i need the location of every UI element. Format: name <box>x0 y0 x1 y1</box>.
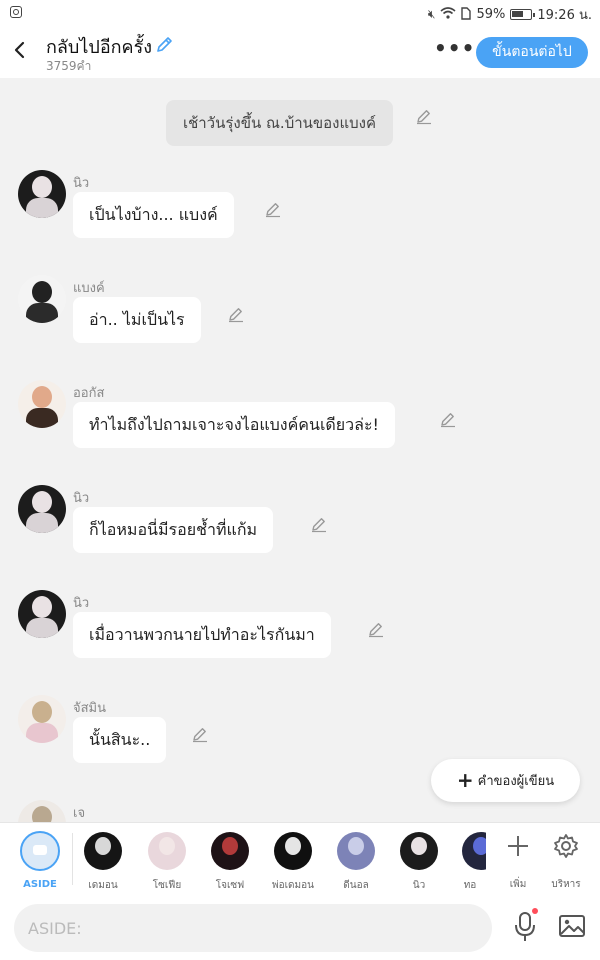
message-row: ออกัส ทำไมถึงไปถามเจาะจงไอแบงค์คนเดียวล่… <box>0 380 600 480</box>
battery-percent: 59% <box>476 7 506 22</box>
character-damon[interactable]: เดมอน <box>78 829 128 891</box>
character-damon-father[interactable]: พ่อเดมอน <box>268 829 318 891</box>
avatar <box>337 832 375 870</box>
edit-pencil-icon[interactable] <box>191 725 209 743</box>
speaker-name: ออกัส <box>73 386 105 401</box>
edit-pencil-icon[interactable] <box>439 410 457 428</box>
edit-pencil-icon[interactable] <box>227 305 245 323</box>
clock: 19:26 น. <box>537 8 592 23</box>
microphone-button[interactable] <box>510 910 540 944</box>
avatar[interactable] <box>18 170 66 218</box>
sim-icon <box>461 6 472 23</box>
message-bubble[interactable]: ก็ไอหมอนี่มีรอยช้ำที่แก้ม <box>73 507 274 553</box>
aside-input[interactable] <box>14 904 492 952</box>
avatar <box>148 832 186 870</box>
character-bar: ASIDE เดมอน โซเฟีย โจเซฟ พ่อเดมอน ดีนอล … <box>0 822 600 894</box>
add-character-button[interactable]: เพิ่ม <box>496 829 540 891</box>
character-label: เดมอน <box>88 880 118 891</box>
plus-icon <box>508 836 528 856</box>
aside-label: ASIDE <box>23 879 57 890</box>
back-button[interactable] <box>8 38 32 62</box>
speaker-name: จัสมิน <box>73 701 107 716</box>
character-label: พ่อเดมอน <box>272 880 314 891</box>
image-button[interactable] <box>558 912 586 940</box>
word-count: 3759คำ <box>46 59 92 73</box>
author-note-button[interactable]: + คำของผู้เขียน <box>431 759 580 802</box>
speaker-name: นิว <box>73 176 90 191</box>
manage-characters-button[interactable]: บริหาร <box>544 829 588 891</box>
character-label: ทอ <box>463 880 477 891</box>
instagram-icon <box>10 6 22 18</box>
character-sophia[interactable]: โซเฟีย <box>142 829 192 891</box>
speaker-name: เจ <box>73 806 86 821</box>
avatar[interactable] <box>18 695 66 743</box>
speaker-name: นิว <box>73 596 90 611</box>
character-label: โจเซฟ <box>215 880 245 891</box>
image-icon <box>559 915 585 937</box>
avatar[interactable] <box>18 275 66 323</box>
character-partial[interactable]: ทอ <box>454 829 486 891</box>
avatar <box>462 832 486 870</box>
mute-icon: 🔇︎ <box>427 7 436 21</box>
avatar <box>211 832 249 870</box>
edit-pencil-icon[interactable] <box>367 620 385 638</box>
battery-icon <box>510 9 536 20</box>
message-bubble[interactable]: เป็นไงบ้าง... แบงค์ <box>73 192 234 238</box>
chat-bubble-icon <box>20 831 60 871</box>
avatar <box>400 832 438 870</box>
edit-pencil-icon[interactable] <box>415 107 433 125</box>
narration-bubble[interactable]: เช้าวันรุ่งขึ้น ณ.บ้านของแบงค์ <box>166 100 393 146</box>
chevron-left-icon <box>14 41 25 59</box>
character-label: นิว <box>412 880 426 891</box>
message-row: นิว เมื่อวานพวกนายไปทำอะไรกันมา <box>0 590 600 690</box>
avatar <box>84 832 122 870</box>
message-bubble[interactable]: ทำไมถึงไปถามเจาะจงไอแบงค์คนเดียวล่ะ! <box>73 402 395 448</box>
input-bar <box>0 894 600 960</box>
message-row: แบงค์ อ่า.. ไม่เป็นไร <box>0 275 600 375</box>
author-note-label: คำของผู้เขียน <box>477 774 555 789</box>
aside-button[interactable]: ASIDE <box>12 829 68 891</box>
chat-area[interactable]: เช้าวันรุ่งขึ้น ณ.บ้านของแบงค์ นิว เป็นไ… <box>0 78 600 822</box>
avatar[interactable] <box>18 380 66 428</box>
plus-icon: + <box>456 768 474 792</box>
message-row: นิว ก็ไอหมอนี่มีรอยช้ำที่แก้ม <box>0 485 600 585</box>
avatar[interactable] <box>18 590 66 638</box>
notification-dot <box>532 908 538 914</box>
header: กลับไปอีกครั้ง 3759คำ ••• ขั้นตอนต่อไป <box>0 26 600 78</box>
next-step-button[interactable]: ขั้นตอนต่อไป <box>476 37 588 68</box>
edit-pencil-icon[interactable] <box>264 200 282 218</box>
character-label: โซเฟีย <box>152 880 182 891</box>
gear-icon <box>554 834 578 858</box>
edit-title-icon[interactable] <box>155 34 175 54</box>
avatar[interactable] <box>18 485 66 533</box>
message-bubble[interactable]: นั้นสินะ.. <box>73 717 167 763</box>
character-dinol[interactable]: ดีนอล <box>331 829 381 891</box>
speaker-name: นิว <box>73 491 90 506</box>
message-bubble[interactable]: อ่า.. ไม่เป็นไร <box>73 297 201 343</box>
status-icons: 🔇︎ 59% 19:26 น. <box>428 4 592 25</box>
avatar <box>274 832 312 870</box>
speaker-name: แบงค์ <box>73 281 105 296</box>
character-new[interactable]: นิว <box>394 829 444 891</box>
edit-pencil-icon[interactable] <box>310 515 328 533</box>
character-label: ดีนอล <box>343 880 369 891</box>
divider <box>72 833 73 885</box>
more-options-button[interactable]: ••• <box>434 38 474 62</box>
avatar[interactable] <box>18 800 66 822</box>
manage-label: บริหาร <box>551 879 581 890</box>
character-joseph[interactable]: โจเซฟ <box>205 829 255 891</box>
message-row: เจ <box>0 800 600 822</box>
message-bubble[interactable]: เมื่อวานพวกนายไปทำอะไรกันมา <box>73 612 331 658</box>
status-bar: 🔇︎ 59% 19:26 น. <box>0 0 600 26</box>
microphone-icon <box>515 912 535 941</box>
message-row: นิว เป็นไงบ้าง... แบงค์ <box>0 170 600 270</box>
wifi-icon <box>440 7 456 22</box>
add-label: เพิ่ม <box>509 879 527 890</box>
